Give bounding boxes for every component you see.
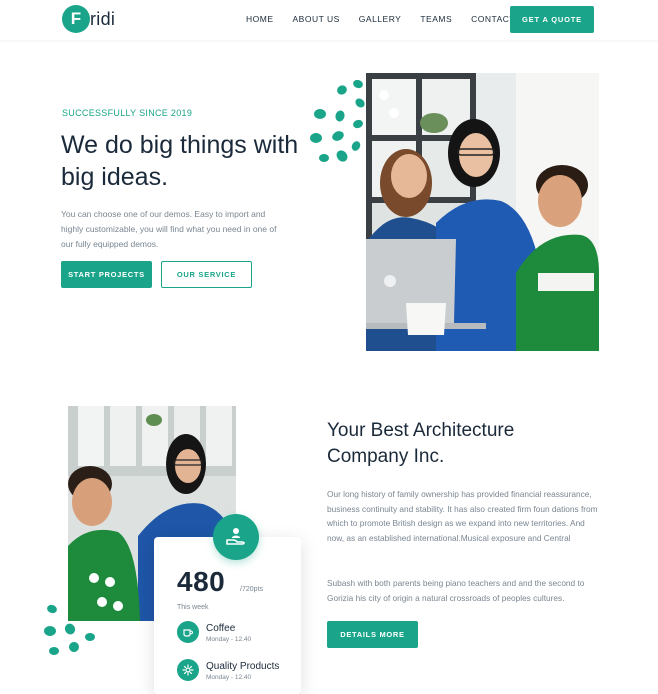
logo-text: ridi (90, 8, 116, 29)
hero-description: You can choose one of our demos. Easy to… (61, 209, 277, 249)
hand-holding-person-icon (213, 514, 259, 560)
details-more-button[interactable]: DETAILS MORE (327, 621, 418, 648)
nav-teams[interactable]: TEAMS (420, 14, 452, 24)
nav-about-us[interactable]: ABOUT US (293, 14, 340, 24)
hero-title: We do big things with big ideas. (61, 131, 299, 191)
about-paragraph-2: Subash with both parents being piano tea… (327, 578, 585, 603)
team-photo (366, 73, 599, 351)
stat-item-subtitle: Monday - 12.40 (206, 674, 252, 681)
logo-mark: F (62, 5, 90, 33)
about-paragraph-1: Our long history of family ownership has… (327, 489, 598, 543)
nav-gallery[interactable]: GALLERY (359, 14, 402, 24)
hero-eyebrow: SUCCESSFULLY SINCE 2019 (62, 108, 193, 118)
decorative-dots (44, 604, 95, 655)
stat-value: 480 (177, 566, 226, 597)
stat-caption: This week (177, 604, 209, 611)
get-a-quote-button[interactable]: GET A QUOTE (510, 6, 594, 33)
main-nav: HOME ABOUT US GALLERY TEAMS CONTACT US (246, 14, 550, 24)
stat-item-subtitle: Monday - 12.40 (206, 636, 252, 643)
coffee-cup-icon (177, 621, 199, 643)
stat-item-title: Quality Products (206, 661, 280, 672)
stat-unit: /720pts (240, 586, 263, 593)
start-projects-button[interactable]: START PROJECTS (61, 261, 152, 288)
site-logo[interactable]: F ridi (62, 5, 115, 33)
about-title: Your Best Architecture Company Inc. (327, 420, 515, 467)
site-header: F ridi HOME ABOUT US GALLERY TEAMS CONTA… (0, 0, 658, 40)
stat-item-title: Coffee (206, 623, 236, 634)
nav-home[interactable]: HOME (246, 14, 274, 24)
our-service-button[interactable]: OUR SERVICE (161, 261, 252, 288)
gear-icon (177, 659, 199, 681)
